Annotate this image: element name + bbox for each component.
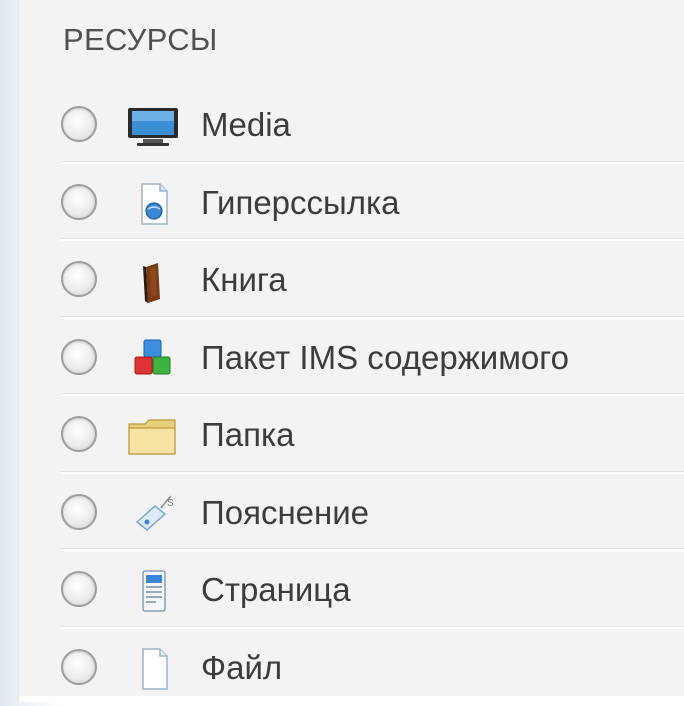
resource-list: Media Гиперссылка	[19, 86, 684, 706]
resources-panel: РЕСУРСЫ Media	[18, 0, 684, 702]
resource-option-book[interactable]: Книга	[19, 241, 684, 319]
resource-label: Пояснение	[201, 494, 369, 532]
radio-button[interactable]	[61, 261, 97, 297]
book-icon	[125, 259, 181, 303]
resource-label: Папка	[201, 416, 294, 454]
resource-label: Файл	[201, 649, 282, 687]
hyperlink-icon	[125, 182, 181, 226]
radio-button[interactable]	[61, 184, 97, 220]
resource-option-hyperlink[interactable]: Гиперссылка	[19, 164, 684, 242]
resource-option-ims-package[interactable]: Пакет IMS содержимого	[19, 319, 684, 397]
resource-label: Media	[201, 106, 291, 144]
resource-option-page[interactable]: Страница	[19, 551, 684, 629]
resource-label: Книга	[201, 261, 287, 299]
section-heading: РЕСУРСЫ	[63, 22, 218, 58]
radio-button[interactable]	[61, 649, 97, 685]
radio-button[interactable]	[61, 571, 97, 607]
svg-text:S: S	[167, 498, 174, 509]
resource-option-media[interactable]: Media	[19, 86, 684, 164]
ims-package-icon	[125, 337, 181, 381]
radio-button[interactable]	[61, 494, 97, 530]
folder-icon	[125, 414, 181, 458]
resource-label: Гиперссылка	[201, 184, 400, 222]
page-icon	[125, 569, 181, 613]
file-icon	[125, 647, 181, 691]
resource-label: Пакет IMS содержимого	[201, 339, 569, 377]
radio-button[interactable]	[61, 339, 97, 375]
resource-label: Страница	[201, 571, 351, 609]
label-tag-icon: S	[125, 492, 181, 536]
radio-button[interactable]	[61, 106, 97, 142]
monitor-icon	[125, 104, 181, 148]
radio-button[interactable]	[61, 416, 97, 452]
resource-option-label[interactable]: S Пояснение	[19, 474, 684, 552]
resource-option-folder[interactable]: Папка	[19, 396, 684, 474]
resource-option-file[interactable]: Файл	[19, 629, 684, 706]
